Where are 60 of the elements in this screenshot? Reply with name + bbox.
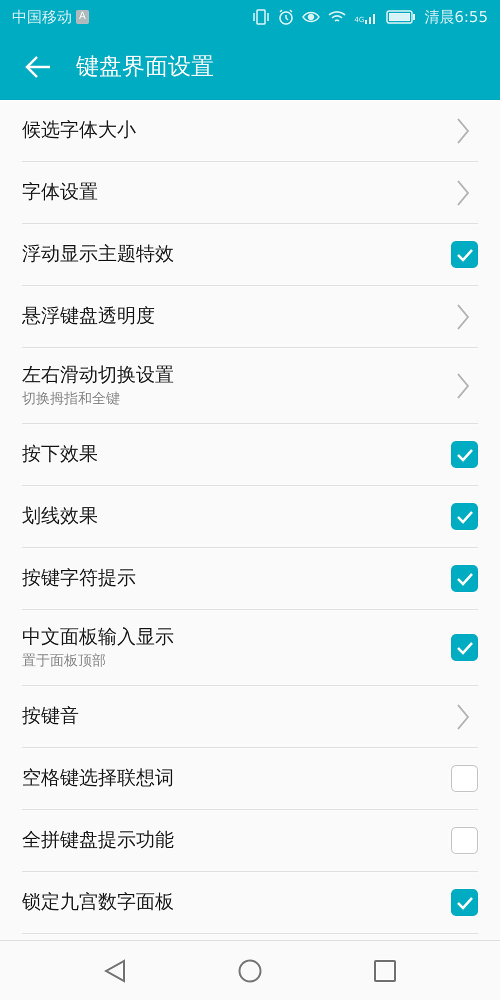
checkmark-icon: [456, 510, 474, 524]
setting-title: 左右滑动切换设置: [22, 362, 174, 388]
checkmark-icon: [456, 448, 474, 462]
checkbox[interactable]: [451, 241, 478, 268]
checkbox[interactable]: [451, 634, 478, 661]
notification-badge: A: [76, 10, 89, 24]
setting-subtitle: 置于面板顶部: [22, 652, 107, 672]
wifi-icon: [328, 10, 346, 24]
setting-title: 划线效果: [22, 504, 98, 530]
chevron-right-icon: [456, 178, 470, 206]
settings-row[interactable]: 划线效果: [22, 486, 478, 548]
checkbox[interactable]: [451, 565, 478, 592]
settings-row[interactable]: 字体设置: [22, 162, 478, 224]
setting-title: 字体设置: [22, 180, 98, 206]
settings-row[interactable]: 候选字体大小: [22, 100, 478, 162]
chevron-right-icon: [456, 702, 470, 730]
checkbox[interactable]: [451, 503, 478, 530]
chevron-right-icon: [456, 116, 470, 144]
setting-title: 空格键选择联想词: [22, 766, 174, 792]
settings-row[interactable]: 中文面板输入显示 置于面板顶部: [22, 610, 478, 686]
eye-icon: [302, 10, 320, 24]
checkbox[interactable]: [451, 441, 478, 468]
back-button[interactable]: [24, 54, 52, 80]
setting-title: 按键音: [22, 704, 79, 730]
settings-row[interactable]: 锁定九宫数字面板: [22, 872, 478, 934]
checkmark-icon: [456, 640, 474, 654]
battery-icon: [386, 10, 416, 24]
checkbox[interactable]: [451, 889, 478, 916]
settings-row[interactable]: 按键字符提示: [22, 548, 478, 610]
setting-subtitle: 切换拇指和全键: [22, 390, 121, 410]
checkbox[interactable]: [451, 827, 478, 854]
setting-title: 浮动显示主题特效: [22, 242, 174, 268]
settings-row[interactable]: 全拼键盘提示功能: [22, 810, 478, 872]
back-nav-icon[interactable]: [104, 958, 126, 982]
settings-row[interactable]: 空格键选择联想词: [22, 748, 478, 810]
settings-row[interactable]: 按下效果: [22, 424, 478, 486]
settings-row[interactable]: 左右滑动切换设置 切换拇指和全键: [22, 348, 478, 424]
home-nav-icon[interactable]: [238, 958, 262, 982]
settings-row[interactable]: 浮动显示主题特效: [22, 224, 478, 286]
vibrate-icon: [252, 9, 270, 25]
setting-title: 全拼键盘提示功能: [22, 828, 174, 854]
checkmark-icon: [456, 572, 474, 586]
recents-nav-icon[interactable]: [374, 960, 396, 982]
settings-row[interactable]: 悬浮键盘透明度: [22, 286, 478, 348]
chevron-right-icon: [456, 302, 470, 330]
setting-title: 按下效果: [22, 442, 98, 468]
carrier-text: 中国移动: [12, 6, 72, 28]
checkmark-icon: [456, 248, 474, 262]
setting-title: 按键字符提示: [22, 566, 136, 592]
page-title: 键盘界面设置: [76, 52, 214, 82]
setting-title: 候选字体大小: [22, 118, 136, 144]
settings-row[interactable]: 按键音: [22, 686, 478, 748]
alarm-icon: [278, 9, 294, 25]
setting-title: 中文面板输入显示: [22, 624, 174, 650]
chevron-right-icon: [456, 372, 470, 400]
checkbox[interactable]: [451, 765, 478, 792]
clock-text: 清晨6:55: [424, 6, 488, 28]
checkmark-icon: [456, 896, 474, 910]
setting-title: 锁定九宫数字面板: [22, 890, 174, 916]
setting-title: 悬浮键盘透明度: [22, 304, 155, 330]
